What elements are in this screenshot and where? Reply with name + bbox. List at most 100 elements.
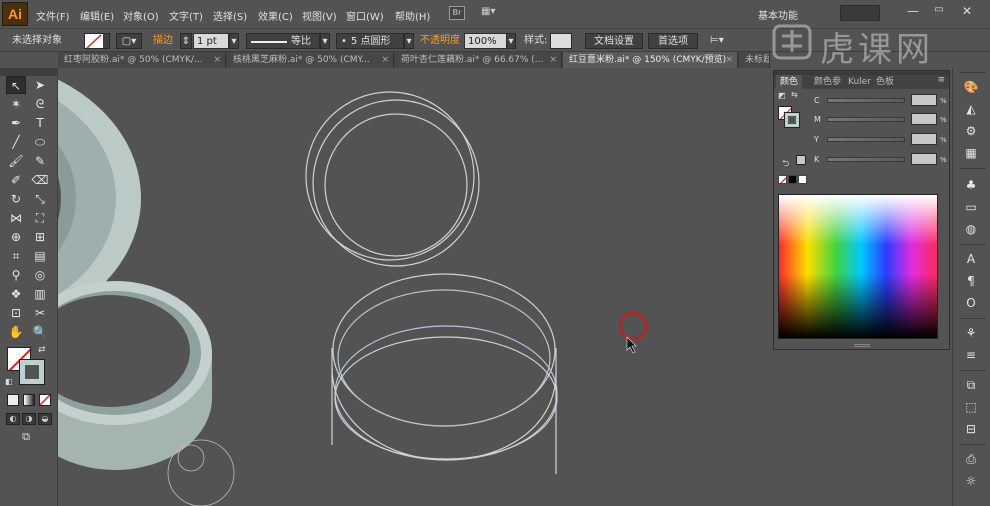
symbols-icon[interactable]: ♣ — [961, 176, 981, 194]
eraser-tool-icon[interactable]: ⌫ — [30, 171, 50, 189]
graphic-style-picker[interactable] — [550, 33, 572, 49]
panel-stroke-swatch[interactable] — [784, 112, 800, 128]
black-field[interactable] — [911, 153, 937, 165]
magenta-slider[interactable] — [827, 117, 905, 122]
draw-inside-icon[interactable]: ◒ — [38, 413, 52, 425]
magenta-field[interactable] — [911, 113, 937, 125]
preferences-button[interactable]: 首选项 — [648, 33, 698, 49]
tools-panel-header[interactable] — [0, 68, 58, 76]
menu-object[interactable]: 对象(O) — [123, 8, 159, 23]
black-slider[interactable] — [827, 157, 905, 162]
mini-fill-stroke-icon[interactable]: ◩ — [778, 91, 786, 100]
character-icon[interactable]: A — [961, 250, 981, 268]
pathfinder-icon[interactable]: ⧉ — [961, 376, 981, 394]
document-setup-button[interactable]: 文档设置 — [585, 33, 643, 49]
transform-icon[interactable]: ⬚ — [961, 398, 981, 416]
pencil-tool-icon[interactable]: ✎ — [30, 152, 50, 170]
screen-mode-icon[interactable]: ⧉ — [17, 430, 35, 444]
stroke-panel-icon[interactable]: ≡ — [961, 346, 981, 364]
artboard-tool-icon[interactable]: ⊡ — [6, 304, 26, 322]
profile-dropdown[interactable]: ▾ — [320, 33, 330, 49]
menu-effect[interactable]: 效果(C) — [258, 8, 293, 23]
panel-fill-stroke[interactable] — [778, 106, 800, 128]
panel-menu-icon[interactable]: ≡ — [937, 75, 945, 85]
menu-file[interactable]: 文件(F) — [36, 8, 70, 23]
draw-behind-icon[interactable]: ◑ — [22, 413, 36, 425]
width-tool-icon[interactable]: ⋈ — [6, 209, 26, 227]
lasso-tool-icon[interactable]: ᘓ — [30, 95, 50, 113]
appearance-icon[interactable]: ☼ — [961, 472, 981, 490]
brush-definition[interactable]: • 5 点圆形 — [336, 33, 404, 49]
document-tab[interactable]: 荷叶杏仁莲藕粉.ai* @ 66.67% (... × — [395, 52, 562, 68]
mini-swap-icon[interactable]: ⇆ — [791, 90, 798, 99]
opacity-label[interactable]: 不透明度 — [420, 33, 460, 49]
yellow-slider[interactable] — [827, 137, 905, 142]
menu-view[interactable]: 视图(V) — [302, 8, 337, 23]
black-swatch[interactable] — [788, 175, 797, 184]
tab-close-icon[interactable]: × — [213, 52, 221, 68]
panel-resize-grip[interactable] — [854, 344, 870, 347]
out-of-gamut-icon[interactable]: ⮌ — [782, 156, 789, 172]
none-swatch[interactable] — [778, 175, 787, 184]
filled-jar-base[interactable] — [58, 281, 235, 506]
search-input[interactable] — [840, 5, 880, 21]
mesh-tool-icon[interactable]: ⌗ — [6, 247, 26, 265]
blob-brush-tool-icon[interactable]: ✐ — [6, 171, 26, 189]
menu-type[interactable]: 文字(T) — [169, 8, 203, 23]
color-mode-button[interactable] — [7, 394, 19, 406]
tab-close-icon[interactable]: × — [725, 52, 733, 68]
artboard-canvas[interactable] — [58, 68, 770, 506]
cyan-field[interactable] — [911, 94, 937, 106]
maximize-icon[interactable]: ▭ — [929, 4, 949, 20]
document-tab[interactable]: 未标题-2* @ 33.33% (CMYK/... — [739, 52, 770, 68]
wireframe-lid-circles[interactable] — [305, 91, 480, 267]
close-icon[interactable]: ✕ — [955, 4, 979, 20]
transparency-icon[interactable]: ◍ — [961, 220, 981, 238]
hand-tool-icon[interactable]: ✋ — [6, 323, 26, 341]
variable-width-profile[interactable]: 等比 — [246, 33, 320, 49]
stroke-weight-stepper[interactable]: ⇕ — [180, 33, 192, 49]
bridge-button[interactable]: Br — [449, 6, 465, 20]
kuler-icon[interactable]: ⚙ — [961, 122, 981, 140]
opentype-icon[interactable]: O — [961, 294, 981, 312]
gradient-mode-button[interactable] — [23, 394, 35, 406]
slice-tool-icon[interactable]: ✂ — [30, 304, 50, 322]
tab-swatches[interactable]: 色板 — [872, 75, 898, 89]
symbol-sprayer-tool-icon[interactable]: ❖ — [6, 285, 26, 303]
cyan-slider[interactable] — [827, 98, 905, 103]
wireframe-jar-body[interactable] — [331, 273, 558, 474]
draw-normal-icon[interactable]: ◐ — [6, 413, 20, 425]
color-guide-icon[interactable]: ◭ — [961, 100, 981, 118]
perspective-grid-tool-icon[interactable]: ⊞ — [30, 228, 50, 246]
ellipse-tool-icon[interactable]: ⬭ — [30, 133, 50, 151]
tab-kuler[interactable]: Kuler — [844, 75, 875, 89]
workspace-switcher[interactable]: 基本功能 — [758, 7, 798, 22]
menu-select[interactable]: 选择(S) — [213, 8, 247, 23]
rotate-tool-icon[interactable]: ↻ — [6, 190, 26, 208]
tab-color[interactable]: 颜色 — [776, 75, 803, 89]
align-icon[interactable]: ⊟ — [961, 420, 981, 438]
document-tab[interactable]: 核桃黑芝麻粉.ai* @ 50% (CMY... × — [227, 52, 394, 68]
tab-color-guide[interactable]: 颜色参 — [810, 75, 845, 89]
stroke-swatch[interactable] — [19, 359, 45, 385]
color-panel-icon[interactable]: 🎨 — [961, 78, 981, 96]
tab-close-icon[interactable]: × — [381, 52, 389, 68]
menu-edit[interactable]: 编辑(E) — [80, 8, 114, 23]
stroke-weight-field[interactable]: 1 pt — [193, 33, 229, 49]
fill-color-picker[interactable] — [84, 33, 110, 49]
stroke-color-picker[interactable]: ▢▾ — [116, 33, 142, 49]
none-mode-button[interactable] — [39, 394, 51, 406]
yellow-field[interactable] — [911, 133, 937, 145]
menu-help[interactable]: 帮助(H) — [395, 8, 430, 23]
align-options-icon[interactable]: ⊨▾ — [710, 33, 724, 49]
arrange-documents-icon[interactable]: ▦▾ — [481, 6, 503, 20]
eyedropper-tool-icon[interactable]: ⚲ — [6, 266, 26, 284]
swap-fill-stroke-icon[interactable]: ⇄ — [38, 345, 46, 355]
menu-window[interactable]: 窗口(W) — [346, 8, 384, 23]
magic-wand-tool-icon[interactable]: ✶ — [6, 95, 26, 113]
white-swatch[interactable] — [798, 175, 807, 184]
selection-tool-icon[interactable]: ↖ — [6, 76, 26, 94]
links-icon[interactable]: ⚘ — [961, 324, 981, 342]
pen-tool-icon[interactable]: ✒ — [6, 114, 26, 132]
stroke-label[interactable]: 描边 — [153, 33, 173, 49]
